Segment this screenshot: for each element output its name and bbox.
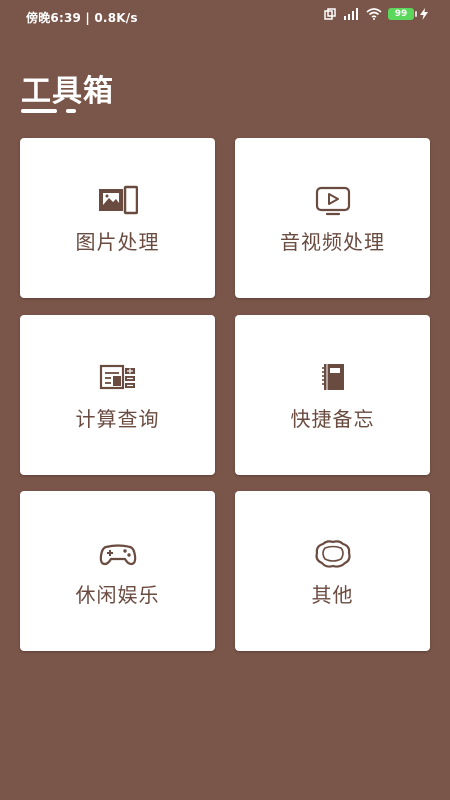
status-bar: 傍晚6:39 | 0.8K/s 99 bbox=[0, 0, 450, 32]
status-time-network: 傍晚6:39 | 0.8K/s bbox=[26, 11, 138, 25]
screen-rotate-icon bbox=[324, 8, 336, 20]
tool-card-memo[interactable]: 快捷备忘 bbox=[235, 315, 430, 475]
tool-card-image[interactable]: 图片处理 bbox=[20, 138, 215, 298]
picture-icon bbox=[98, 185, 138, 215]
tool-card-leisure[interactable]: 休闲娱乐 bbox=[20, 491, 215, 651]
status-icons: 99 bbox=[324, 8, 428, 20]
tool-label: 其他 bbox=[311, 583, 354, 607]
other-blob-icon bbox=[314, 540, 351, 568]
tool-card-other[interactable]: 其他 bbox=[235, 491, 430, 651]
tool-label: 图片处理 bbox=[75, 230, 160, 254]
tool-label: 快捷备忘 bbox=[290, 407, 375, 431]
calculator-icon bbox=[99, 364, 135, 390]
notebook-icon bbox=[321, 364, 344, 390]
tool-card-calc[interactable]: 计算查询 bbox=[20, 315, 215, 475]
wifi-icon bbox=[366, 8, 382, 20]
battery-icon: 99 bbox=[388, 8, 417, 20]
play-video-icon bbox=[315, 186, 350, 216]
tool-label: 计算查询 bbox=[75, 407, 160, 431]
charging-icon bbox=[420, 8, 428, 20]
tool-label: 音视频处理 bbox=[280, 230, 385, 254]
gamepad-icon bbox=[99, 544, 136, 566]
page-title: 工具箱 bbox=[21, 74, 114, 109]
signal-icon bbox=[344, 8, 358, 20]
tool-label: 休闲娱乐 bbox=[75, 583, 160, 607]
tool-card-av[interactable]: 音视频处理 bbox=[235, 138, 430, 298]
